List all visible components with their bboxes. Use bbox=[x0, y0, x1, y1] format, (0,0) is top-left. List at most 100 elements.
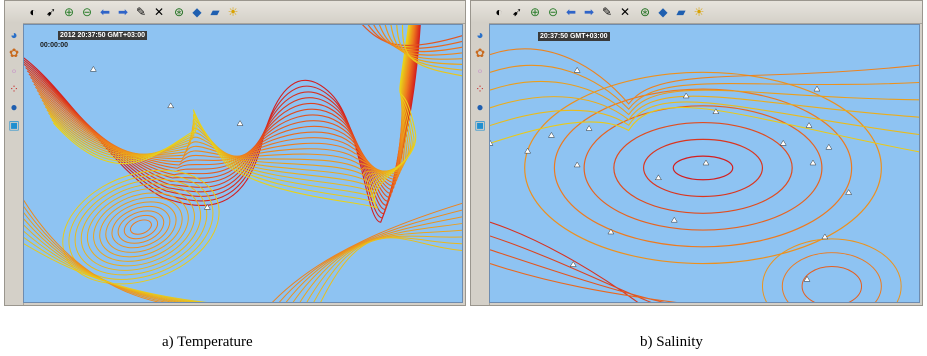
temperature-contour-map[interactable]: 2012 20:37:50 GMT+03:00 00:00:00 bbox=[23, 24, 463, 303]
clear-icon[interactable]: ✕ bbox=[617, 4, 633, 20]
home-icon[interactable]: ◐ bbox=[491, 4, 507, 20]
contour-line bbox=[801, 266, 863, 302]
markers-icon[interactable]: ⁘ bbox=[6, 81, 22, 97]
warm-core-contour bbox=[111, 205, 171, 249]
salinity-cell-contour bbox=[583, 105, 823, 231]
station-marker[interactable] bbox=[585, 125, 593, 131]
pointer-icon[interactable]: ➹ bbox=[509, 4, 525, 20]
temperature-caption: a) Temperature bbox=[162, 334, 253, 350]
points-icon[interactable]: ∘ bbox=[472, 63, 488, 79]
globe-icon[interactable]: ◕ bbox=[6, 27, 22, 43]
palette-icon[interactable]: ✿ bbox=[472, 45, 488, 61]
station-marker[interactable] bbox=[236, 120, 244, 126]
contour-line bbox=[299, 229, 462, 302]
station-marker[interactable] bbox=[779, 139, 787, 146]
salinity-caption: b) Salinity bbox=[640, 334, 703, 350]
contour-line bbox=[490, 101, 919, 136]
forward-arrow-icon[interactable]: ➡ bbox=[581, 4, 597, 20]
salinity-cell-contour bbox=[672, 155, 734, 181]
timestamp-label: 2012 20:37:50 GMT+03:00 bbox=[58, 31, 148, 40]
salinity-contour-map[interactable]: 20:37:50 GMT+03:00 bbox=[489, 24, 920, 303]
map-sidebar: ◕ ✿ ∘ ⁘ ● ▣ bbox=[5, 23, 24, 305]
station-marker[interactable] bbox=[167, 102, 175, 109]
contour-line bbox=[490, 263, 677, 302]
zoom-in-icon[interactable]: ⊕ bbox=[61, 4, 77, 20]
points-icon[interactable]: ∘ bbox=[6, 63, 22, 79]
map-toolbar: ◐ ➹ ⊕ ⊖ ⬅ ➡ ✎ ✕ ⊛ ◆ ▰ ☀ bbox=[5, 1, 465, 24]
contour-line bbox=[781, 252, 882, 302]
station-marker[interactable] bbox=[524, 147, 532, 154]
station-marker[interactable] bbox=[670, 216, 678, 223]
station-marker[interactable] bbox=[702, 159, 710, 166]
contour-line bbox=[490, 235, 652, 302]
map-toolbar: ◐ ➹ ⊕ ⊖ ⬅ ➡ ✎ ✕ ⊛ ◆ ▰ ☀ bbox=[471, 1, 922, 24]
temperature-contours bbox=[24, 25, 462, 302]
earth-icon[interactable]: ● bbox=[472, 99, 488, 115]
refresh-icon[interactable]: ☀ bbox=[691, 4, 707, 20]
forward-arrow-icon[interactable]: ➡ bbox=[115, 4, 131, 20]
contour-line bbox=[490, 80, 919, 116]
contour-line bbox=[285, 216, 462, 302]
temperature-map-window: ◐ ➹ ⊕ ⊖ ⬅ ➡ ✎ ✕ ⊛ ◆ ▰ ☀ ◕ ✿ ∘ ⁘ ● ▣ 2012… bbox=[4, 0, 466, 306]
zoom-in-icon[interactable]: ⊕ bbox=[527, 4, 543, 20]
refresh-icon[interactable]: ☀ bbox=[225, 4, 241, 20]
pointer-icon[interactable]: ➹ bbox=[43, 4, 59, 20]
warm-core-contour bbox=[68, 174, 214, 280]
clear-icon[interactable]: ✕ bbox=[151, 4, 167, 20]
warm-core-contour bbox=[80, 183, 202, 271]
station-marker[interactable] bbox=[825, 143, 833, 150]
contour-line bbox=[24, 25, 420, 210]
station-marker[interactable] bbox=[805, 122, 813, 128]
timestamp-label: 20:37:50 GMT+03:00 bbox=[538, 32, 610, 41]
export-icon[interactable]: ▰ bbox=[673, 4, 689, 20]
grid-icon[interactable]: ▣ bbox=[6, 117, 22, 133]
warm-core-contour bbox=[123, 214, 158, 240]
station-marker[interactable] bbox=[573, 66, 581, 73]
time-offset-label: 00:00:00 bbox=[40, 42, 69, 49]
back-arrow-icon[interactable]: ⬅ bbox=[563, 4, 579, 20]
station-marker[interactable] bbox=[89, 65, 97, 72]
contour-line bbox=[490, 95, 919, 121]
layers-icon[interactable]: ◆ bbox=[189, 4, 205, 20]
contour-line bbox=[24, 199, 161, 302]
warm-core-contour bbox=[130, 219, 152, 235]
salinity-cell-contour bbox=[524, 71, 882, 265]
station-marker[interactable] bbox=[682, 92, 690, 99]
palette-icon[interactable]: ✿ bbox=[6, 45, 22, 61]
station-marker[interactable] bbox=[809, 159, 817, 166]
station-marker[interactable] bbox=[607, 228, 615, 235]
contour-line bbox=[278, 209, 462, 302]
measure-icon[interactable]: ✎ bbox=[599, 4, 615, 20]
markers-icon[interactable]: ⁘ bbox=[472, 81, 488, 97]
station-marker[interactable] bbox=[548, 131, 555, 138]
salinity-map-window: ◐ ➹ ⊕ ⊖ ⬅ ➡ ✎ ✕ ⊛ ◆ ▰ ☀ ◕ ✿ ∘ ⁘ ● ▣ 20:3… bbox=[470, 0, 923, 306]
salinity-cell-contour bbox=[642, 138, 764, 198]
target-icon[interactable]: ⊛ bbox=[637, 4, 653, 20]
station-marker[interactable] bbox=[813, 85, 821, 92]
contour-line bbox=[24, 212, 175, 302]
salinity-cell-contour bbox=[613, 121, 793, 214]
contour-line bbox=[306, 235, 462, 302]
measure-icon[interactable]: ✎ bbox=[133, 4, 149, 20]
target-icon[interactable]: ⊛ bbox=[171, 4, 187, 20]
contour-line bbox=[320, 237, 462, 302]
back-arrow-icon[interactable]: ⬅ bbox=[97, 4, 113, 20]
contour-line bbox=[490, 106, 919, 153]
export-icon[interactable]: ▰ bbox=[207, 4, 223, 20]
station-marker[interactable] bbox=[655, 174, 662, 181]
contour-line bbox=[24, 25, 420, 215]
zoom-out-icon[interactable]: ⊖ bbox=[545, 4, 561, 20]
station-marker[interactable] bbox=[573, 161, 581, 168]
contour-line bbox=[490, 48, 919, 105]
layers-icon[interactable]: ◆ bbox=[655, 4, 671, 20]
zoom-out-icon[interactable]: ⊖ bbox=[79, 4, 95, 20]
contour-line bbox=[28, 25, 418, 198]
map-sidebar: ◕ ✿ ∘ ⁘ ● ▣ bbox=[471, 23, 490, 305]
salinity-contours bbox=[490, 48, 919, 302]
station-marker[interactable] bbox=[845, 189, 853, 195]
grid-icon[interactable]: ▣ bbox=[472, 117, 488, 133]
home-icon[interactable]: ◐ bbox=[25, 4, 41, 20]
earth-icon[interactable]: ● bbox=[6, 99, 22, 115]
globe-icon[interactable]: ◕ bbox=[472, 27, 488, 43]
contour-line bbox=[51, 25, 415, 204]
